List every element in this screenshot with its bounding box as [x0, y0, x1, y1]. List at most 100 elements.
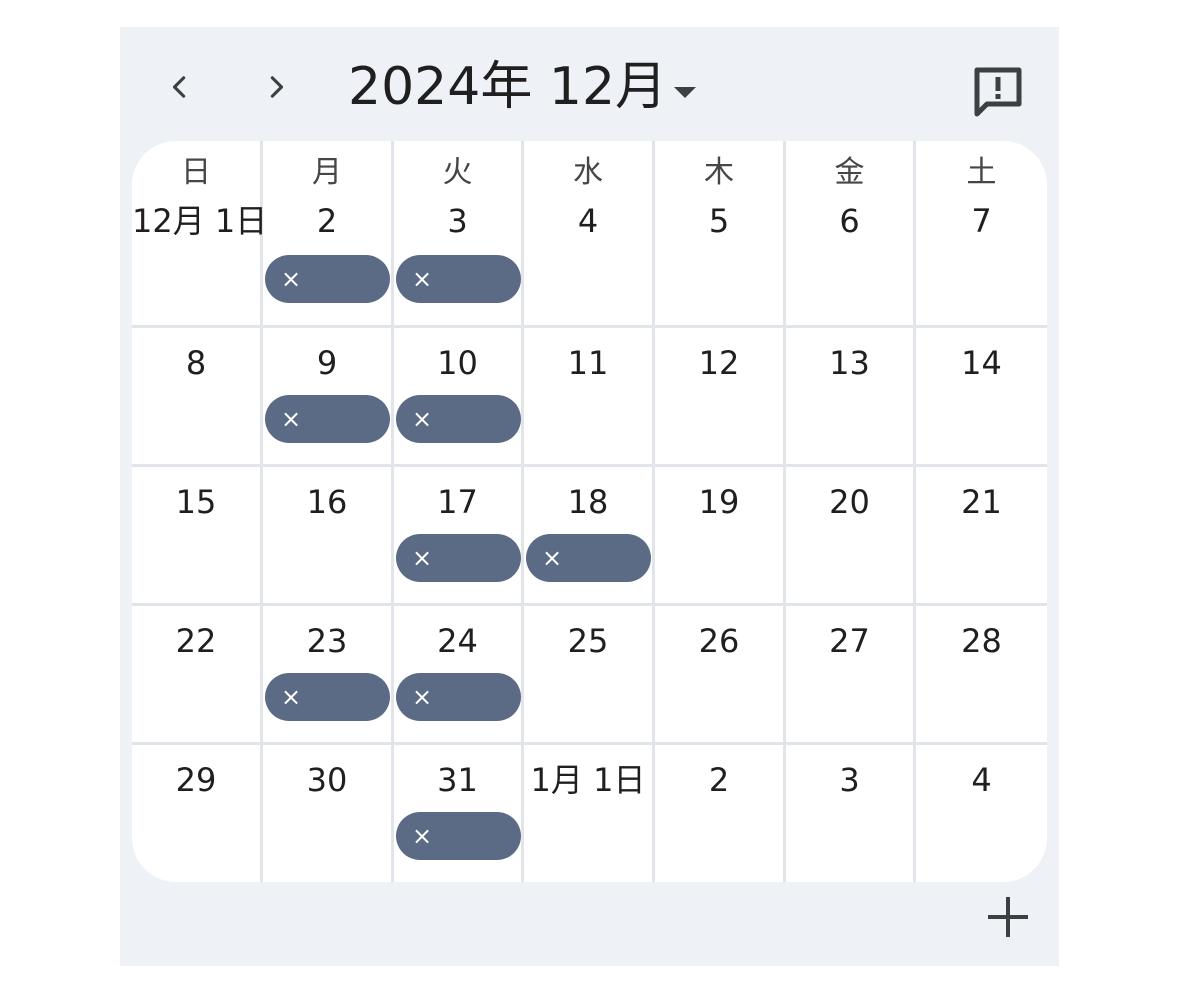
day-cell[interactable]: 火 3 × [394, 141, 521, 325]
day-cell[interactable]: 27 [786, 606, 913, 742]
day-cell[interactable]: 1月 1日 [524, 745, 652, 882]
weekday-label: 木 [704, 155, 734, 190]
event-chip[interactable]: × [396, 812, 521, 860]
day-cell[interactable]: 4 [916, 745, 1047, 882]
day-number: 5 [708, 202, 730, 240]
day-cell[interactable]: 18 × [524, 467, 652, 603]
day-number: 2 [708, 761, 730, 799]
event-chip[interactable]: × [526, 534, 651, 582]
day-number: 1月 1日 [530, 761, 646, 799]
day-cell[interactable]: 10 × [394, 328, 521, 464]
close-icon: × [411, 544, 433, 572]
close-icon: × [280, 683, 302, 711]
day-cell[interactable]: 水4 [524, 141, 652, 325]
day-cell[interactable]: 2 [655, 745, 783, 882]
close-icon: × [541, 544, 563, 572]
event-chip[interactable]: × [396, 534, 521, 582]
day-number: 27 [829, 622, 870, 660]
event-chip[interactable]: × [396, 395, 521, 443]
plus-icon[interactable] [984, 893, 1032, 941]
day-cell[interactable]: 24 × [394, 606, 521, 742]
day-cell[interactable]: 14 [916, 328, 1047, 464]
day-number: 2 [316, 202, 338, 240]
weekday-label: 土 [966, 155, 997, 190]
day-cell[interactable]: 11 [524, 328, 652, 464]
calendar-header: 2024年 12月 [120, 27, 1059, 141]
day-cell[interactable]: 31 × [394, 745, 521, 882]
day-number: 18 [567, 483, 609, 521]
event-chip[interactable]: × [265, 395, 390, 443]
day-cell[interactable]: 木5 [655, 141, 783, 325]
close-icon: × [280, 265, 302, 293]
day-number: 12 [698, 344, 740, 382]
day-number: 4 [577, 202, 599, 240]
day-number: 3 [839, 761, 860, 799]
day-cell[interactable]: 29 [132, 745, 260, 882]
feedback-icon[interactable] [970, 63, 1026, 119]
day-number: 3 [447, 202, 468, 240]
day-cell[interactable]: 19 [655, 467, 783, 603]
day-number: 16 [306, 483, 348, 521]
day-number: 30 [306, 761, 348, 799]
day-number: 31 [437, 761, 478, 799]
weekday-label: 火 [442, 155, 473, 190]
day-cell[interactable]: 25 [524, 606, 652, 742]
calendar-widget: 2024年 12月 日 12月 1日月 2 × 火 3 × 水 4 木 5 金 6 土 7 8 9 × 10 × 11 1… [120, 27, 1059, 966]
day-number: 22 [175, 622, 217, 660]
day-cell[interactable]: 23 × [263, 606, 391, 742]
day-cell[interactable]: 3 [786, 745, 913, 882]
month-grid: 日 12月 1日月 2 × 火 3 × 水 4 木 5 金 6 土 7 8 9 × 10 × 11 12 13 14 15 16 1… [132, 141, 1047, 882]
day-cell[interactable]: 13 [786, 328, 913, 464]
weekday-label: 日 [181, 155, 211, 190]
day-number: 20 [829, 483, 870, 521]
day-number: 23 [306, 622, 348, 660]
day-number: 9 [316, 344, 338, 382]
day-number: 15 [175, 483, 217, 521]
day-number: 7 [971, 202, 992, 240]
day-number: 25 [567, 622, 609, 660]
day-cell[interactable]: 金6 [786, 141, 913, 325]
day-cell[interactable]: 26 [655, 606, 783, 742]
weekday-label: 水 [573, 155, 603, 190]
day-cell[interactable]: 月 2 × [263, 141, 391, 325]
day-cell[interactable]: 28 [916, 606, 1047, 742]
close-icon: × [411, 265, 433, 293]
day-number: 14 [961, 344, 1002, 382]
day-number: 11 [567, 344, 609, 382]
day-number: 13 [829, 344, 870, 382]
day-number: 6 [839, 202, 860, 240]
next-month-button[interactable] [254, 65, 298, 109]
close-icon: × [411, 683, 433, 711]
weekday-label: 金 [834, 155, 865, 190]
day-number: 10 [437, 344, 478, 382]
day-number: 8 [185, 344, 207, 382]
day-cell[interactable]: 17 × [394, 467, 521, 603]
day-cell[interactable]: 20 [786, 467, 913, 603]
month-title[interactable]: 2024年 12月 [348, 57, 667, 117]
chevron-right-icon [270, 76, 284, 98]
day-cell[interactable]: 30 [263, 745, 391, 882]
day-cell[interactable]: 8 [132, 328, 260, 464]
day-number: 28 [961, 622, 1002, 660]
event-chip[interactable]: × [265, 673, 390, 721]
day-number: 29 [175, 761, 217, 799]
day-cell[interactable]: 土7 [916, 141, 1047, 325]
event-chip[interactable]: × [396, 673, 521, 721]
chevron-left-icon [172, 76, 186, 98]
day-cell[interactable]: 16 [263, 467, 391, 603]
caret-down-icon[interactable] [670, 77, 700, 107]
day-cell[interactable]: 日 12月 1日 [132, 141, 267, 325]
close-icon: × [411, 822, 433, 850]
day-cell[interactable]: 12 [655, 328, 783, 464]
event-chip[interactable]: × [396, 255, 521, 303]
day-number: 24 [437, 622, 478, 660]
day-cell[interactable]: 15 [132, 467, 260, 603]
weekday-label: 月 [312, 155, 342, 190]
prev-month-button[interactable] [158, 65, 202, 109]
day-cell[interactable]: 9 × [263, 328, 391, 464]
day-cell[interactable]: 22 [132, 606, 260, 742]
day-number: 19 [698, 483, 740, 521]
event-chip[interactable]: × [265, 255, 390, 303]
close-icon: × [280, 405, 302, 433]
day-cell[interactable]: 21 [916, 467, 1047, 603]
